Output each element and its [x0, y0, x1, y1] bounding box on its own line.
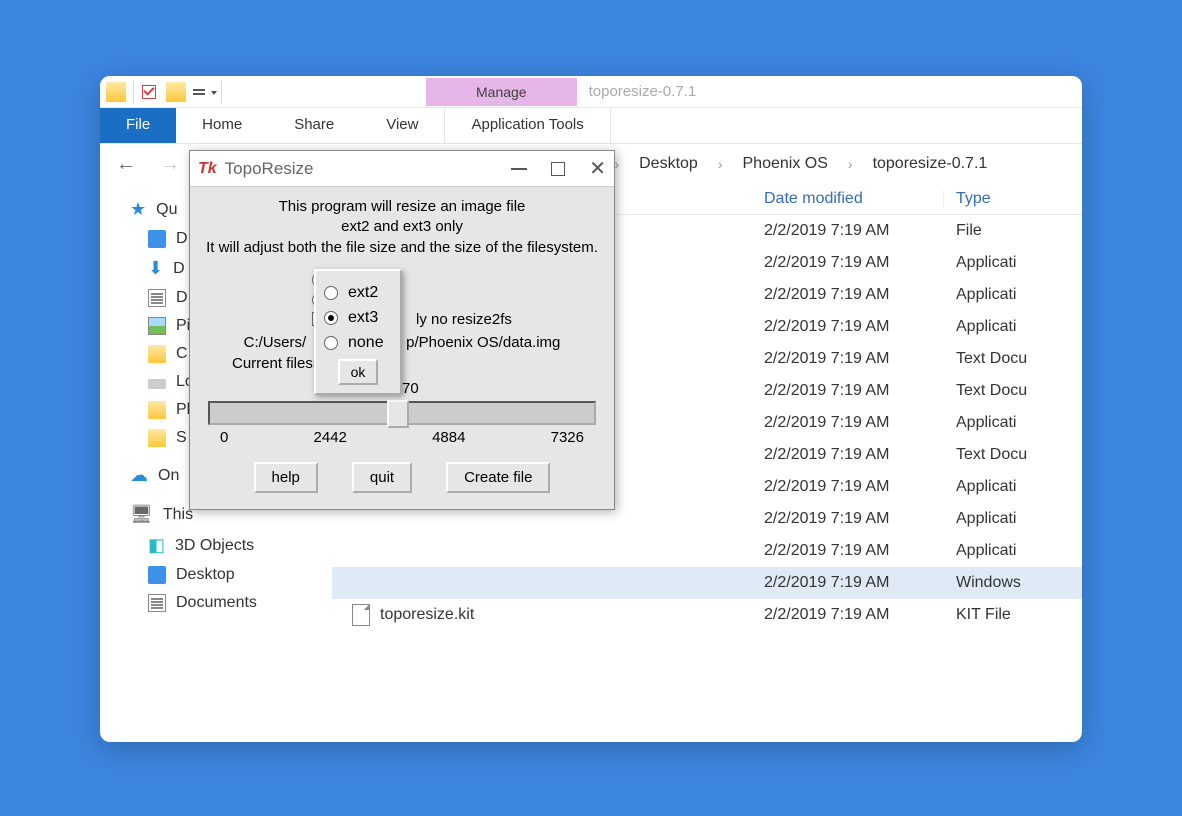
table-row[interactable]: toporesize.kit2/2/2019 7:19 AMKIT File: [332, 599, 1082, 631]
table-row[interactable]: 2/2/2019 7:19 AMApplicati: [332, 535, 1082, 567]
star-icon: ★: [130, 199, 146, 220]
toporesize-dialog: Tk TopoResize ✕ This program will resize…: [189, 150, 615, 510]
dialog-titlebar[interactable]: Tk TopoResize ✕: [190, 151, 614, 187]
slider-thumb[interactable]: [387, 400, 409, 428]
table-row[interactable]: 2/2/2019 7:19 AMWindows: [332, 567, 1082, 599]
dialog-title: TopoResize: [225, 159, 314, 179]
forward-button[interactable]: →: [154, 153, 186, 176]
slider-value: 4070: [202, 380, 602, 397]
help-button[interactable]: help: [254, 462, 318, 493]
menu-icon[interactable]: [193, 89, 205, 95]
breadcrumb-item[interactable]: toporesize-0.7.1: [867, 155, 994, 173]
tab-view[interactable]: View: [360, 108, 444, 143]
radio-none[interactable]: none: [324, 334, 392, 352]
file-path: C:/Users/p/Phoenix OS/data.img: [202, 334, 602, 351]
breadcrumb-item[interactable]: Phoenix OS: [737, 155, 834, 173]
context-group: Manage: [426, 78, 577, 106]
folder-icon: [166, 82, 186, 102]
radio-icon: [324, 336, 338, 350]
cloud-icon: ☁: [130, 465, 148, 486]
tab-file[interactable]: File: [100, 108, 176, 143]
size-slider[interactable]: [208, 401, 596, 425]
slider-ticks: 0244248847326: [220, 429, 584, 446]
app-icon: Tk: [198, 160, 217, 178]
col-date-modified[interactable]: Date modified: [752, 190, 944, 208]
folder-icon: [148, 401, 166, 419]
file-icon: [352, 604, 370, 626]
drive-icon: [148, 379, 166, 389]
chevron-down-icon[interactable]: [211, 91, 217, 95]
pc-icon: 🖥: [130, 504, 153, 525]
tab-application-tools[interactable]: Application Tools: [444, 108, 610, 143]
tab-share[interactable]: Share: [268, 108, 360, 143]
document-icon: [148, 289, 166, 307]
checkmark-icon[interactable]: [142, 85, 156, 99]
download-icon: ⬇: [148, 258, 163, 279]
window-title: toporesize-0.7.1: [577, 77, 709, 106]
minimize-button[interactable]: [511, 168, 527, 170]
back-button[interactable]: ←: [110, 153, 142, 176]
maximize-button[interactable]: [551, 162, 565, 176]
radio-ext3[interactable]: ext3: [324, 309, 392, 327]
desktop-icon: [148, 566, 166, 584]
folder-icon: [106, 82, 126, 102]
tab-home[interactable]: Home: [176, 108, 268, 143]
quit-button[interactable]: quit: [352, 462, 412, 493]
radio-ext2[interactable]: ext2: [324, 284, 392, 302]
ok-button[interactable]: ok: [338, 359, 378, 385]
cube-icon: ◧: [148, 535, 165, 556]
intro-text: This program will resize an image file e…: [202, 197, 602, 258]
document-icon: [148, 594, 166, 612]
pictures-icon: [148, 317, 166, 335]
folder-icon: [148, 345, 166, 363]
title-bar: Manage toporesize-0.7.1: [100, 76, 1082, 108]
sidebar-documents[interactable]: Documents: [130, 589, 332, 617]
desktop-icon: [148, 230, 166, 248]
create-file-button[interactable]: Create file: [446, 462, 550, 493]
ribbon: File Home Share View Application Tools: [100, 108, 1082, 144]
close-button[interactable]: ✕: [589, 162, 606, 176]
sidebar-desktop[interactable]: Desktop: [130, 561, 332, 589]
sidebar-3d-objects[interactable]: ◧3D Objects: [130, 530, 332, 561]
col-type[interactable]: Type: [944, 190, 1082, 208]
radio-icon: [324, 311, 338, 325]
fs-type-popup: ext2 ext3 none ok: [314, 269, 402, 395]
folder-icon: [148, 429, 166, 447]
radio-icon: [324, 286, 338, 300]
current-filesize: Current filesize: 0: [232, 355, 602, 372]
breadcrumb-item[interactable]: Desktop: [633, 155, 704, 173]
